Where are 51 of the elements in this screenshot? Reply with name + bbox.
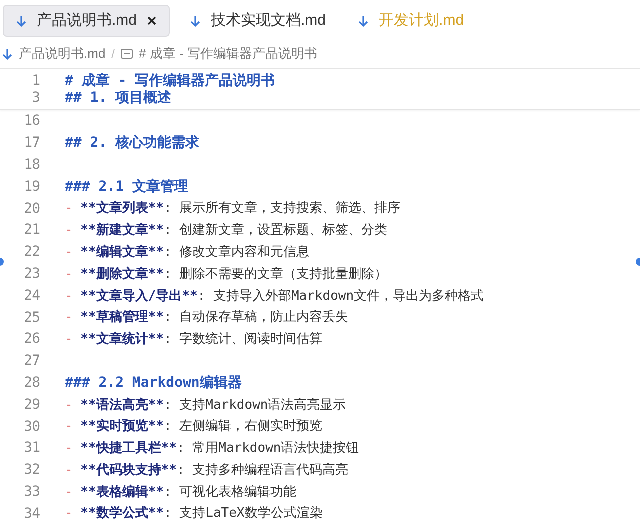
file-tab[interactable]: 开发计划.md bbox=[346, 5, 476, 37]
line-number: 34 bbox=[23, 504, 40, 523]
download-arrow-icon bbox=[16, 14, 27, 28]
file-tab[interactable]: 产品说明书.md bbox=[3, 5, 170, 37]
code-line: - **快捷工具栏**: 常用Markdown语法快捷按钮 bbox=[65, 440, 360, 458]
code-line: - **表格编辑**: 可视化表格编辑功能 bbox=[65, 484, 297, 502]
breadcrumb-item[interactable]: 产品说明书.md bbox=[19, 44, 106, 64]
line-number: 29 bbox=[23, 396, 40, 415]
code-line: - **新建文章**: 创建新文章，设置标题、标签、分类 bbox=[65, 222, 388, 240]
code-line: - **数学公式**: 支持LaTeX数学公式渲染 bbox=[65, 505, 323, 523]
line-number: 19 bbox=[23, 178, 40, 197]
code-line: ### 2.2 Markdown编辑器 bbox=[65, 374, 242, 393]
symbol-icon bbox=[121, 49, 134, 59]
line-number: 32 bbox=[23, 461, 40, 480]
code-line: - **语法高亮**: 支持Markdown语法高亮显示 bbox=[65, 396, 346, 414]
line-number: 28 bbox=[23, 374, 40, 393]
code-line: - **实时预览**: 左侧编辑，右侧实时预览 bbox=[65, 418, 323, 436]
line-number: 17 bbox=[23, 134, 40, 154]
code-line: ## 2. 核心功能需求 bbox=[65, 134, 200, 154]
line-number: 30 bbox=[23, 418, 40, 437]
breadcrumb-separator: / bbox=[112, 46, 116, 63]
code-line: # 成章 - 写作编辑器产品说明书 bbox=[65, 72, 276, 90]
download-arrow-icon bbox=[358, 14, 370, 28]
line-number: 16 bbox=[23, 112, 40, 132]
code-line: - **代码块支持**: 支持多种编程语言代码高亮 bbox=[65, 462, 349, 480]
line-number: 3 bbox=[31, 89, 40, 108]
line-number: 31 bbox=[23, 439, 40, 458]
line-number: 20 bbox=[23, 200, 40, 219]
file-tab[interactable]: 技术实现文档.md bbox=[178, 5, 338, 37]
close-icon[interactable] bbox=[147, 16, 158, 26]
line-number: 22 bbox=[23, 243, 40, 262]
line-number: 21 bbox=[23, 221, 40, 240]
code-line: - **文章统计**: 字数统计、阅读时间估算 bbox=[65, 330, 323, 350]
line-number: 33 bbox=[23, 482, 40, 502]
download-arrow-icon bbox=[190, 14, 202, 28]
line-number: 27 bbox=[23, 352, 40, 372]
line-number: 1 bbox=[31, 72, 40, 91]
code-line: - **删除文章**: 删除不需要的文章（支持批量删除） bbox=[65, 266, 388, 284]
line-number: 25 bbox=[23, 308, 40, 328]
code-line: - **编辑文章**: 修改文章内容和元信息 bbox=[65, 244, 310, 262]
code-line: - **文章导入/导出**: 支持导入外部Markdown文件，导出为多种格式 bbox=[65, 288, 484, 306]
breadcrumb-item[interactable]: # 成章 - 写作编辑器产品说明书 bbox=[139, 44, 318, 64]
line-number: 18 bbox=[23, 156, 40, 175]
download-arrow-icon bbox=[2, 48, 13, 60]
line-number: 26 bbox=[23, 330, 40, 350]
code-line: - **草稿管理**: 自动保存草稿，防止内容丢失 bbox=[65, 308, 349, 328]
line-number: 24 bbox=[23, 286, 40, 306]
code-line: ### 2.1 文章管理 bbox=[65, 178, 188, 197]
code-line: - **文章列表**: 展示所有文章，支持搜索、筛选、排序 bbox=[65, 200, 401, 218]
line-number: 23 bbox=[23, 264, 40, 284]
code-line: ## 1. 项目概述 bbox=[65, 89, 172, 108]
